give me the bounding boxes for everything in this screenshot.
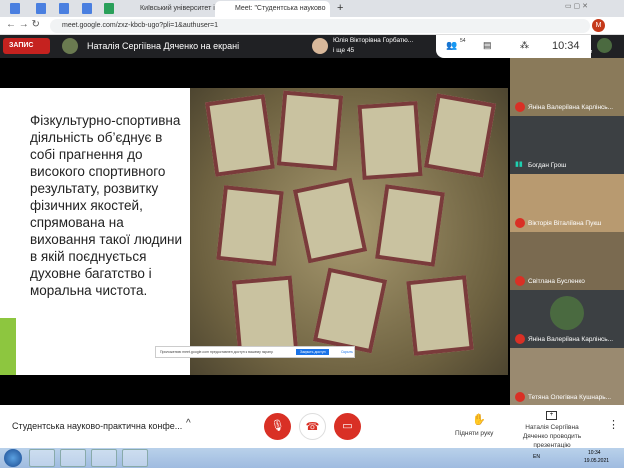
new-tab-button[interactable]: + xyxy=(337,2,343,14)
taskbar-time[interactable]: 10:34 xyxy=(588,450,601,456)
docs-tab-icon[interactable] xyxy=(82,3,92,14)
slide: Фізкультурно-спортивна діяльність об’єдн… xyxy=(0,88,508,375)
url-field[interactable]: meet.google.com/zxz-kbcb-ugo?pli=1&authu… xyxy=(50,19,590,33)
certificate-image xyxy=(423,93,497,178)
leave-call-button[interactable]: ☎ xyxy=(299,413,326,440)
certificate-image xyxy=(231,275,299,356)
meet-top-bar: ЗАПИС Наталія Сергіївна Дяченко на екран… xyxy=(0,35,624,58)
certificates-photo xyxy=(190,88,508,375)
explorer-taskbar-icon[interactable] xyxy=(60,449,86,467)
participant-avatar xyxy=(550,296,584,330)
mic-toggle-button[interactable]: 🎙 xyxy=(264,413,291,440)
slide-accent-bar xyxy=(0,318,16,375)
certificate-image xyxy=(216,185,284,266)
raise-hand-label[interactable]: Підняти руку xyxy=(455,430,493,437)
certificate-image xyxy=(276,90,344,171)
slide-text: Фізкультурно-спортивна діяльність об’єдн… xyxy=(30,113,183,298)
meeting-title[interactable]: Студентська науково-практична конфе... xyxy=(12,421,182,431)
participant-tile[interactable]: Яніна Валеріївна Карлінсь... xyxy=(510,290,624,348)
docs-tab-icon[interactable] xyxy=(59,3,69,14)
taskbar-date[interactable]: 19.05.2021 xyxy=(584,458,609,464)
self-label: Ви xyxy=(586,49,593,55)
address-bar-row: ← → ↻ meet.google.com/zxz-kbcb-ugo?pli=1… xyxy=(0,17,624,35)
nav-buttons[interactable]: ← → ↻ xyxy=(6,19,40,30)
docs-tab-icon[interactable] xyxy=(36,3,46,14)
present-icon[interactable]: + xyxy=(546,411,557,420)
participant-name: Богдан Грош xyxy=(528,162,567,169)
participant-tile[interactable]: Світлана Бусленко xyxy=(510,232,624,290)
participant-name: Вікторія Віталіївна Пукш xyxy=(528,220,602,227)
raise-hand-icon[interactable]: ✋ xyxy=(472,413,486,426)
speaking-icon: ▮▮ xyxy=(515,161,523,168)
certificate-image xyxy=(312,267,388,354)
camera-toggle-button[interactable]: ▭ xyxy=(334,413,361,440)
windows-taskbar: EN 10:34 19.05.2021 xyxy=(0,448,624,468)
participant-tile[interactable]: Яніна Валеріївна Карлінсь... xyxy=(510,58,624,116)
mic-off-icon xyxy=(515,334,525,344)
more-options-icon[interactable]: ⋮ xyxy=(608,418,619,431)
presenter-avatar xyxy=(62,38,78,54)
browser-tab-strip: Київський університет імені Бор Meet: "С… xyxy=(0,0,624,17)
docs-tab-icon[interactable] xyxy=(104,3,114,14)
activities-icon[interactable]: ⁂ xyxy=(520,40,529,51)
participant-tile[interactable]: ▮▮ Богдан Грош xyxy=(510,116,624,174)
docs-tab-icon[interactable] xyxy=(10,3,20,14)
mic-off-icon xyxy=(515,276,525,286)
certificate-image xyxy=(375,184,445,267)
self-avatar[interactable] xyxy=(597,38,612,53)
start-button[interactable] xyxy=(4,449,22,467)
certificate-image xyxy=(406,275,474,356)
participant-tile[interactable]: Тетяна Олегівна Кушнарь... xyxy=(510,348,624,406)
mic-off-icon xyxy=(515,218,525,228)
certificate-image xyxy=(357,100,423,181)
certificate-image xyxy=(292,177,368,264)
mic-off-icon xyxy=(515,392,525,402)
meet-bottom-bar: Студентська науково-практична конфе... ^… xyxy=(0,405,624,450)
profile-avatar[interactable]: M xyxy=(592,19,605,32)
presenting-label[interactable]: Наталія Сергіївна Дяченко проводить през… xyxy=(512,423,592,450)
language-indicator[interactable]: EN xyxy=(533,454,540,460)
speaker-avatar xyxy=(312,38,328,54)
window-controls[interactable]: ▭ ▢ ✕ xyxy=(565,2,588,10)
ie-taskbar-icon[interactable] xyxy=(91,449,117,467)
participant-name: Світлана Бусленко xyxy=(528,278,585,285)
chrome-taskbar-icon[interactable] xyxy=(29,449,55,467)
participant-name: Яніна Валеріївна Карлінсь... xyxy=(528,104,614,111)
mic-off-icon xyxy=(515,102,525,112)
word-taskbar-icon[interactable] xyxy=(122,449,148,467)
participant-tile[interactable]: Вікторія Віталіївна Пукш xyxy=(510,174,624,232)
speaker-more: і ще 45 xyxy=(333,47,355,54)
participants-count: 54 xyxy=(460,38,466,44)
tab-meet[interactable]: Meet: "Студентська науково xyxy=(215,1,330,17)
speaker-name: Юлія Вікторівна Горбатю... xyxy=(333,37,414,44)
screen-share-notice: Приложению meet.google.com предоставлен … xyxy=(155,346,355,358)
chat-icon[interactable]: ▤ xyxy=(483,40,492,51)
participant-name: Яніна Валеріївна Карлінсь... xyxy=(528,336,614,343)
clock-time: 10:34 xyxy=(552,40,580,52)
hide-notice-button[interactable]: Скрыть xyxy=(341,350,353,354)
stop-sharing-button[interactable]: Закрыть доступ xyxy=(296,349,330,355)
certificate-image xyxy=(205,94,275,177)
tab-university[interactable]: Київський університет імені Бор xyxy=(120,1,215,17)
chevron-up-icon[interactable]: ^ xyxy=(186,418,191,429)
recording-badge: ЗАПИС xyxy=(3,38,50,54)
share-notice-text: Приложению meet.google.com предоставлен … xyxy=(160,350,274,354)
participant-name: Тетяна Олегівна Кушнарь... xyxy=(528,394,612,401)
meet-toolbar: 👥 54 ▤ ⁂ 10:34 xyxy=(436,35,591,58)
people-icon[interactable]: 👥 xyxy=(446,40,457,51)
presenter-banner: Наталія Сергіївна Дяченко на екрані xyxy=(87,41,240,51)
